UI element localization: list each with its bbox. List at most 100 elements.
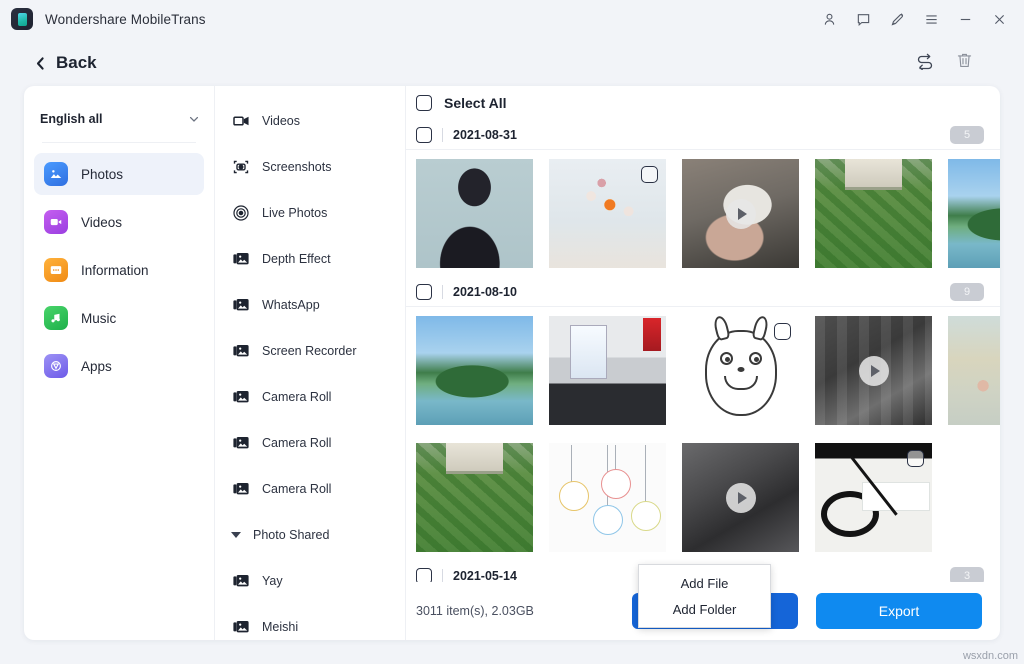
photo-thumbnail[interactable] xyxy=(549,316,666,425)
video-camera-icon xyxy=(232,112,250,130)
video-thumbnail[interactable] xyxy=(815,316,932,425)
album-item-camera-roll-3[interactable]: Camera Roll xyxy=(215,466,405,512)
context-menu-item-add-folder[interactable]: Add Folder xyxy=(639,596,770,622)
play-icon xyxy=(859,356,889,386)
photo-thumbnail[interactable] xyxy=(416,316,533,425)
album-icon xyxy=(232,572,250,590)
album-item-camera-roll-2[interactable]: Camera Roll xyxy=(215,420,405,466)
album-item-videos[interactable]: Videos xyxy=(215,98,405,144)
album-item-label: Yay xyxy=(262,574,283,588)
photo-thumbnail[interactable] xyxy=(948,159,1000,268)
window-controls xyxy=(812,3,1024,35)
play-icon xyxy=(726,199,756,229)
sidebar-item-videos[interactable]: Videos xyxy=(34,201,204,243)
album-item-label: Camera Roll xyxy=(262,390,331,404)
select-all-checkbox[interactable] xyxy=(416,95,432,111)
photo-thumbnail[interactable] xyxy=(549,159,666,268)
feedback-icon[interactable] xyxy=(846,3,880,35)
live-photo-icon xyxy=(232,204,250,222)
photo-thumbnail[interactable] xyxy=(948,316,1000,425)
select-all-row[interactable]: Select All xyxy=(406,86,1000,120)
back-button[interactable]: Back xyxy=(34,53,97,73)
album-item-label: Camera Roll xyxy=(262,482,331,496)
album-item-label: Screen Recorder xyxy=(262,344,357,358)
album-icon xyxy=(232,480,250,498)
date-group-header[interactable]: 2021-08-31 5 xyxy=(406,120,1000,150)
apps-icon xyxy=(44,354,68,378)
chevron-left-icon xyxy=(34,56,47,71)
album-item-meishi[interactable]: Meishi xyxy=(215,604,405,640)
minimize-icon[interactable] xyxy=(948,3,982,35)
album-group-label: Photo Shared xyxy=(253,528,329,542)
album-item-yay[interactable]: Yay xyxy=(215,558,405,604)
watermark: wsxdn.com xyxy=(963,650,1018,662)
account-icon[interactable] xyxy=(812,3,846,35)
date-group-label: 2021-08-31 xyxy=(453,128,517,142)
date-group-checkbox[interactable] xyxy=(416,284,432,300)
photo-grid-scroll[interactable]: 2021-08-31 5 xyxy=(406,120,1000,582)
video-thumbnail[interactable] xyxy=(682,159,799,268)
transfer-icon[interactable] xyxy=(915,52,935,75)
date-group-label: 2021-05-14 xyxy=(453,569,517,583)
sidebar-item-music[interactable]: Music xyxy=(34,297,204,339)
date-group-checkbox[interactable] xyxy=(416,127,432,143)
edit-icon[interactable] xyxy=(880,3,914,35)
context-menu-item-add-file[interactable]: Add File xyxy=(639,570,770,596)
album-item-depth-effect[interactable]: Depth Effect xyxy=(215,236,405,282)
album-icon xyxy=(232,250,250,268)
main-card: English all Photos Videos xyxy=(24,86,1000,640)
album-group-photo-shared[interactable]: Photo Shared xyxy=(215,512,405,558)
thumbnail-checkbox[interactable] xyxy=(907,450,924,467)
album-item-live-photos[interactable]: Live Photos xyxy=(215,190,405,236)
album-item-label: Depth Effect xyxy=(262,252,331,266)
delete-icon[interactable] xyxy=(955,51,974,75)
videos-icon xyxy=(44,210,68,234)
sidebar-item-label: Apps xyxy=(81,359,112,374)
application-window: Wondershare MobileTrans xyxy=(0,0,1024,664)
date-group-checkbox[interactable] xyxy=(416,568,432,583)
photo-thumbnail[interactable] xyxy=(416,443,533,552)
video-thumbnail[interactable] xyxy=(682,443,799,552)
photo-thumbnail[interactable] xyxy=(549,443,666,552)
sidebar-item-label: Music xyxy=(81,311,116,326)
photo-thumbnail[interactable] xyxy=(815,159,932,268)
thumbnail-checkbox[interactable] xyxy=(774,323,791,340)
photo-thumbnail[interactable] xyxy=(682,316,799,425)
album-item-label: Camera Roll xyxy=(262,436,331,450)
title-bar: Wondershare MobileTrans xyxy=(0,0,1024,38)
thumbnail-checkbox[interactable] xyxy=(641,166,658,183)
chevron-down-icon xyxy=(188,113,200,125)
album-item-label: Live Photos xyxy=(262,206,327,220)
play-icon xyxy=(726,483,756,513)
date-group-count: 9 xyxy=(950,283,984,301)
album-item-screen-recorder[interactable]: Screen Recorder xyxy=(215,328,405,374)
photo-thumbnail[interactable] xyxy=(416,159,533,268)
sidebar-item-apps[interactable]: Apps xyxy=(34,345,204,387)
language-select[interactable]: English all xyxy=(40,102,200,136)
export-button[interactable]: Export xyxy=(816,593,982,629)
divider xyxy=(442,569,443,583)
sidebar-item-label: Information xyxy=(81,263,149,278)
menu-icon[interactable] xyxy=(914,3,948,35)
album-item-whatsapp[interactable]: WhatsApp xyxy=(215,282,405,328)
close-icon[interactable] xyxy=(982,3,1016,35)
sidebar-item-information[interactable]: Information xyxy=(34,249,204,291)
date-group-count: 5 xyxy=(950,126,984,144)
divider xyxy=(442,128,443,142)
photos-icon xyxy=(44,162,68,186)
album-icon xyxy=(232,618,250,636)
album-item-label: Screenshots xyxy=(262,160,331,174)
photo-thumbnail[interactable] xyxy=(815,443,932,552)
header-tools xyxy=(915,51,974,75)
content-pane: Select All 2021-08-31 5 xyxy=(406,86,1000,640)
date-group-header[interactable]: 2021-08-10 9 xyxy=(406,277,1000,307)
album-item-camera-roll-1[interactable]: Camera Roll xyxy=(215,374,405,420)
album-item-screenshots[interactable]: Screenshots xyxy=(215,144,405,190)
album-item-label: Videos xyxy=(262,114,300,128)
thumbnail-row xyxy=(406,434,1000,561)
date-group-count: 3 xyxy=(950,567,984,583)
sidebar-item-photos[interactable]: Photos xyxy=(34,153,204,195)
album-icon xyxy=(232,434,250,452)
language-select-value: English all xyxy=(40,112,103,126)
screenshot-icon xyxy=(232,158,250,176)
